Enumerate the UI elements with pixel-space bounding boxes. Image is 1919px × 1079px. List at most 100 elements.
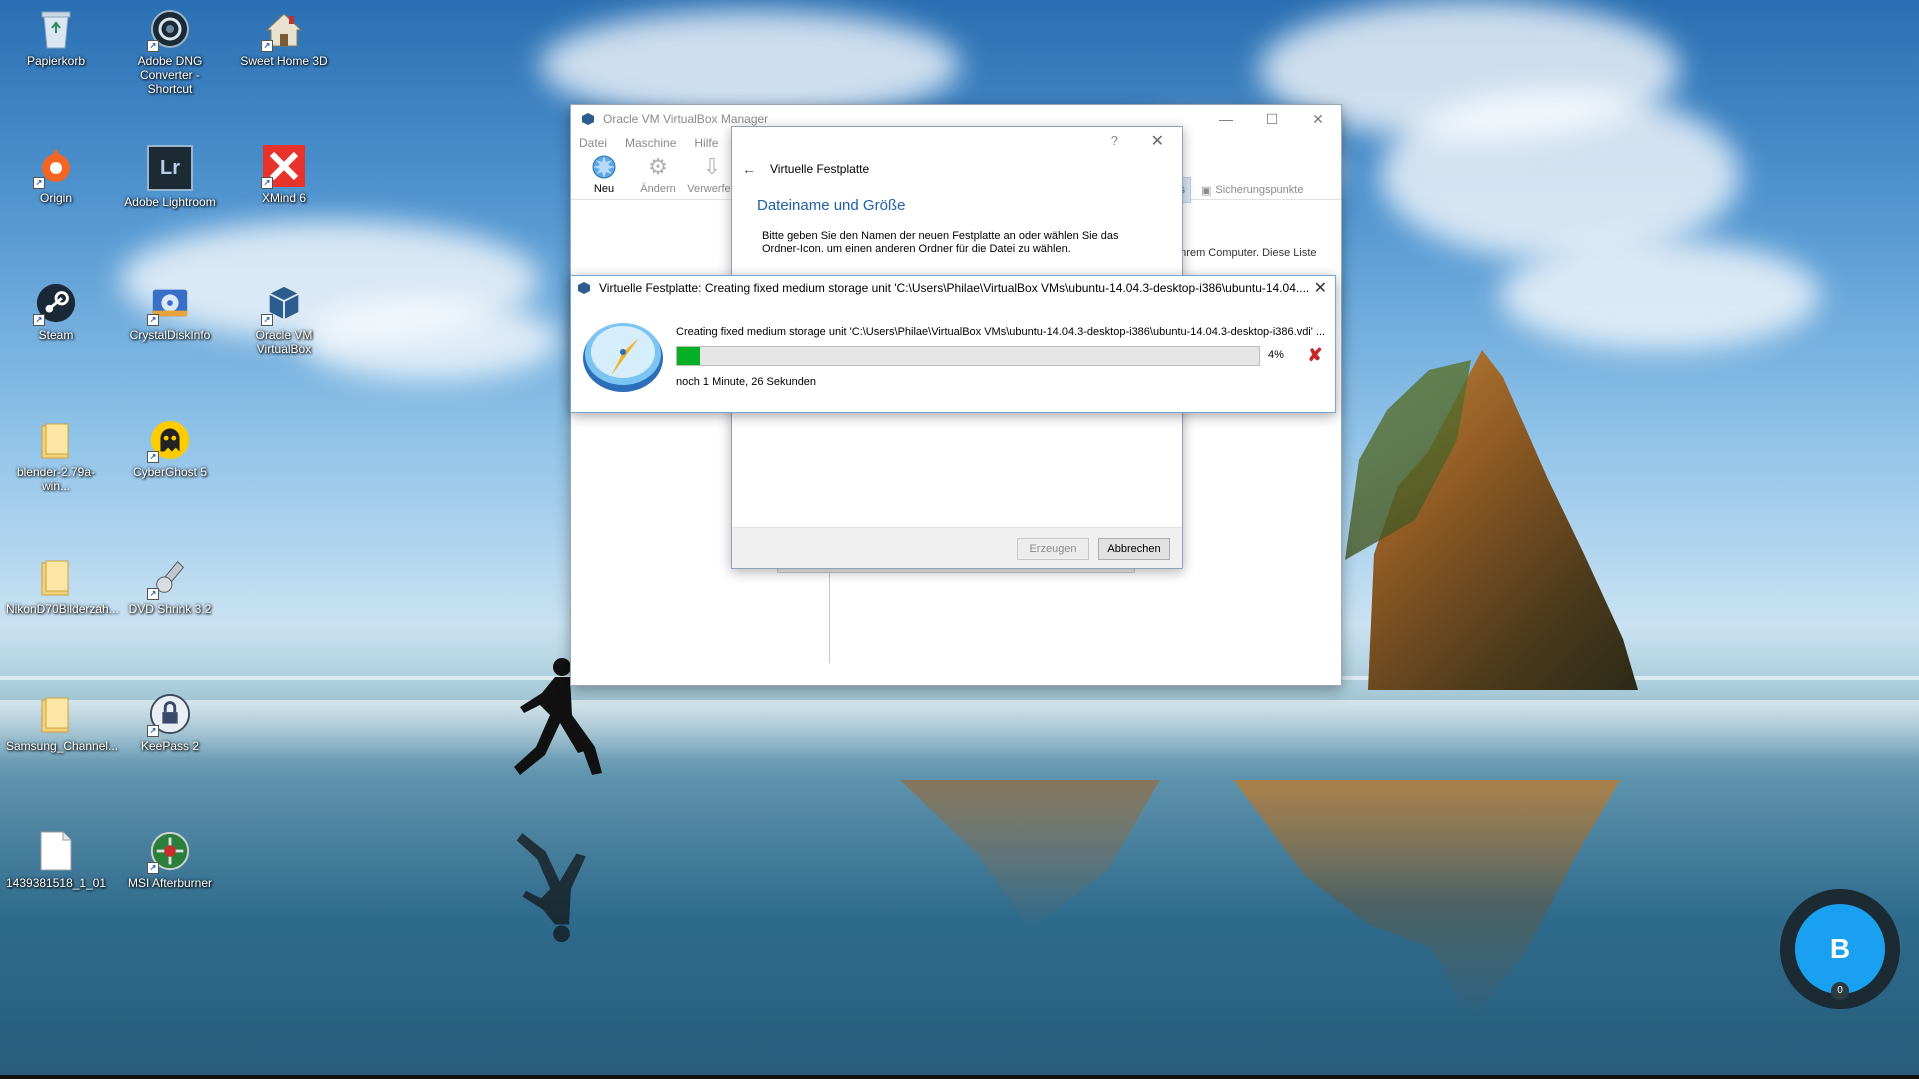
desktop-icon-crystaldiskinfo[interactable]: ↗ CrystalDiskInfo [120,282,220,342]
hard-disk-icon [583,323,663,392]
desktop-icon-steam[interactable]: ↗ Steam [6,282,106,342]
close-icon: ✕ [1150,133,1164,150]
runner-reflection [516,833,586,943]
toolbar-new-label: Neu [593,183,615,195]
wizard-section-title: Dateiname und Größe [757,197,906,214]
xmind-icon: ↗ [261,145,305,189]
progress-title: Virtuelle Festplatte: Creating fixed med… [599,281,1310,295]
origin-icon: ↗ [33,145,77,189]
desktop-icon-label: NikonD70Bilderzah... [6,602,119,616]
help-button[interactable]: ? [1111,133,1118,148]
desktop-icon-label: MSI Afterburner [127,876,213,890]
progress-dialog[interactable]: Virtuelle Festplatte: Creating fixed med… [570,275,1336,413]
desktop-icon-msi-afterburner[interactable]: ↗ MSI Afterburner [120,830,220,890]
desktop-icon-origin[interactable]: ↗ Origin [6,145,106,205]
desktop-icon-label: Adobe Lightroom [124,195,216,209]
desktop-icon-label: Steam [38,328,74,342]
toolbar-discard-label: Verwerfen [687,183,737,195]
desktop-icon-cyberghost[interactable]: ↗ CyberGhost 5 [120,419,220,479]
desktop-icon-dvd-shrink[interactable]: ↗ DVD Shrink 3.2 [120,556,220,616]
cyberghost-icon: ↗ [147,419,191,463]
file-icon [35,830,77,872]
progress-percent: 4% [1268,349,1284,361]
desktop-icon-sweet-home-3d[interactable]: ↗ Sweet Home 3D [234,8,334,68]
msi-afterburner-icon: ↗ [147,830,191,874]
folder-icon [35,693,77,735]
progress-bar [676,346,1260,366]
desktop-icon-samsung-folder[interactable]: Samsung_Channel... [6,693,119,753]
progress-close-button[interactable]: ✕ [1314,278,1327,298]
close-icon: ✕ [1312,110,1324,127]
desktop-icon-label: blender-2.79a-win... [16,465,96,493]
close-button[interactable]: ✕ [1295,105,1341,133]
desktop-icon-lightroom[interactable]: Lr Adobe Lightroom [120,145,220,209]
desktop-icon-keepass[interactable]: ↗ KeePass 2 [120,693,220,753]
desktop-icon-papierkorb[interactable]: Papierkorb [6,8,106,68]
wizard-header: ← Virtuelle Festplatte [732,155,1182,183]
sweet-home-3d-icon: ↗ [261,8,305,52]
menu-maschine[interactable]: Maschine [625,136,676,150]
progress-message: Creating fixed medium storage unit 'C:\U… [676,326,1326,338]
virtualbox-logo-icon [578,282,590,294]
minimize-button[interactable]: — [1203,105,1249,133]
view-tools: ls ▣ Sicherungspunkte [1171,177,1303,203]
settings-gear-icon: ⚙ [648,154,668,179]
virtualbox-logo-icon [582,113,594,125]
close-icon: ✕ [1313,280,1327,297]
progress-bar-fill [677,347,701,365]
cancel-button[interactable]: Abbrechen [1098,538,1170,560]
camera-icon: ▣ [1201,184,1212,197]
wizard-title: Virtuelle Festplatte [770,162,870,176]
desktop-icon-label: Samsung_Channel... [6,739,119,753]
dvd-shrink-icon: ↗ [147,556,191,600]
crystaldiskinfo-icon: ↗ [147,282,191,326]
desktop-icon-label: XMind 6 [261,191,307,205]
snapshots-tab[interactable]: Sicherungspunkte [1215,184,1303,196]
floating-assistant-button[interactable]: B 0 [1780,889,1900,1009]
adobe-dng-icon: ↗ [147,8,191,52]
cancel-operation-icon[interactable]: ✘ [1306,346,1324,364]
toolbar-new-button[interactable]: Neu [577,153,631,195]
menu-datei[interactable]: Datei [579,136,607,150]
lightroom-icon: Lr [147,145,193,191]
desktop-icon-label: Origin [39,191,72,205]
desktop-icon-label: KeePass 2 [140,739,200,753]
wizard-titlebar[interactable]: ? ✕ [732,127,1182,155]
desktop-icon-xmind[interactable]: ↗ XMind 6 [234,145,334,205]
desktop-icon-label: DVD Shrink 3.2 [128,602,212,616]
desktop-icon-file[interactable]: 1439381518_1_01 [6,830,106,890]
keepass-icon: ↗ [147,693,191,737]
steam-icon: ↗ [33,282,77,326]
notification-count-badge: 0 [1831,982,1849,1000]
window-title: Oracle VM VirtualBox Manager [603,112,769,126]
toolbar-settings-button[interactable]: ⚙ Ändern [631,153,685,195]
discard-arrow-icon: ⇩ [702,154,722,179]
wizard-footer: Erzeugen Abbrechen [732,527,1182,568]
wizard-close-button[interactable]: ✕ [1151,131,1164,151]
desktop-icon-nikon-folder[interactable]: NikonD70Bilderzah... [6,556,119,616]
toolbar-settings-label: Ändern [640,183,676,195]
welcome-text: f Ihrem Computer. Diese Liste [1171,247,1317,259]
desktop-icon-label: CyberGhost 5 [132,465,208,479]
virtualbox-icon: ↗ [261,282,305,326]
desktop-icon-label: Adobe DNG Converter - Shortcut [137,54,203,96]
desktop-icon-label: Oracle VM VirtualBox [255,328,313,356]
create-button[interactable]: Erzeugen [1017,538,1089,560]
assistant-avatar: B 0 [1795,904,1885,1000]
assistant-letter: B [1829,933,1851,964]
recycle-bin-icon [35,8,77,50]
wizard-description: Bitte geben Sie den Namen der neuen Fest… [762,230,1119,252]
desktop-icon-blender-folder[interactable]: blender-2.79a-win... [6,419,106,493]
desktop-icon-adobe-dng[interactable]: ↗ Adobe DNG Converter - Shortcut [120,8,220,96]
maximize-button[interactable]: ☐ [1249,105,1295,133]
menu-hilfe[interactable]: Hilfe [694,136,718,150]
minimize-icon: — [1219,111,1233,127]
desktop-icon-virtualbox[interactable]: ↗ Oracle VM VirtualBox [234,282,334,356]
back-arrow-icon[interactable]: ← [742,161,756,177]
progress-titlebar[interactable]: Virtuelle Festplatte: Creating fixed med… [571,276,1335,300]
new-machine-icon [590,153,618,181]
desktop-icon-label: CrystalDiskInfo [129,328,211,342]
desktop-icon-label: 1439381518_1_01 [6,876,107,890]
folder-icon [35,556,77,598]
progress-eta: noch 1 Minute, 26 Sekunden [676,376,817,388]
